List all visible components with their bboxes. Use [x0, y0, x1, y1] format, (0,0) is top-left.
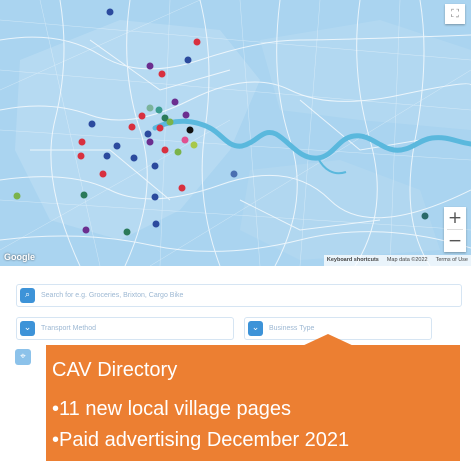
map-marker[interactable] — [80, 191, 88, 199]
map-marker[interactable] — [161, 146, 169, 154]
zoom-out-button[interactable]: − — [444, 230, 466, 252]
map-marker[interactable] — [158, 70, 166, 78]
map-marker[interactable] — [78, 138, 86, 146]
map-marker[interactable] — [152, 220, 160, 228]
map-marker[interactable] — [190, 141, 198, 149]
map-marker[interactable] — [99, 170, 107, 178]
search-icon: ⌕ — [20, 288, 35, 303]
callout-title: CAV Directory — [52, 359, 178, 381]
search-placeholder: Search for e.g. Groceries, Brixton, Carg… — [41, 292, 184, 299]
map-marker[interactable] — [123, 228, 131, 236]
callout-bullet: •11 new local village pages — [52, 398, 292, 420]
map-marker[interactable] — [88, 120, 96, 128]
map-marker[interactable] — [151, 162, 159, 170]
map-marker[interactable] — [193, 38, 201, 46]
crosshair-icon[interactable]: ⌖ — [15, 349, 31, 365]
map-marker[interactable] — [182, 111, 190, 119]
search-input[interactable]: ⌕ Search for e.g. Groceries, Brixton, Ca… — [16, 284, 462, 307]
map-marker[interactable] — [138, 112, 146, 120]
map-marker[interactable] — [130, 154, 138, 162]
map[interactable]: ⛶ + − Google Keyboard shortcuts Map data… — [0, 0, 471, 266]
map-marker[interactable] — [155, 106, 163, 114]
map-marker[interactable] — [166, 118, 174, 126]
map-marker[interactable] — [106, 8, 114, 16]
map-marker[interactable] — [421, 212, 429, 220]
map-marker[interactable] — [156, 124, 164, 132]
map-marker[interactable] — [77, 152, 85, 160]
map-marker[interactable] — [103, 152, 111, 160]
cav-directory-callout: CAV Directory •11 new local village page… — [46, 345, 460, 461]
terms-link[interactable]: Terms of Use — [436, 255, 468, 266]
map-marker[interactable] — [146, 104, 154, 112]
google-logo: Google — [4, 252, 35, 262]
map-data-text: Map data ©2022 — [386, 257, 428, 263]
map-marker[interactable] — [113, 142, 121, 150]
map-marker[interactable] — [144, 130, 152, 138]
chevron-down-icon: ⌄ — [20, 321, 35, 336]
map-marker[interactable] — [184, 56, 192, 64]
fullscreen-icon[interactable]: ⛶ — [445, 4, 465, 24]
zoom-control[interactable]: + − — [444, 207, 466, 252]
map-marker[interactable] — [171, 98, 179, 106]
map-marker[interactable] — [128, 123, 136, 131]
zoom-in-button[interactable]: + — [444, 207, 466, 229]
map-marker[interactable] — [146, 138, 154, 146]
map-marker[interactable] — [186, 126, 194, 134]
map-marker[interactable] — [178, 184, 186, 192]
map-marker[interactable] — [174, 148, 182, 156]
keyboard-shortcuts-link[interactable]: Keyboard shortcuts — [327, 255, 379, 266]
chevron-down-icon: ⌄ — [248, 321, 263, 336]
map-canvas[interactable] — [0, 0, 471, 266]
transport-method-select[interactable]: ⌄ Transport Method — [16, 317, 234, 340]
map-attribution: Keyboard shortcuts Map data ©2022 Terms … — [323, 255, 471, 266]
map-marker[interactable] — [13, 192, 21, 200]
map-marker[interactable] — [181, 136, 189, 144]
map-marker[interactable] — [146, 62, 154, 70]
callout-bullet: •Paid advertising December 2021 — [52, 429, 350, 451]
map-marker[interactable] — [82, 226, 90, 234]
transport-method-label: Transport Method — [41, 325, 96, 332]
map-marker[interactable] — [230, 170, 238, 178]
map-marker[interactable] — [151, 193, 159, 201]
